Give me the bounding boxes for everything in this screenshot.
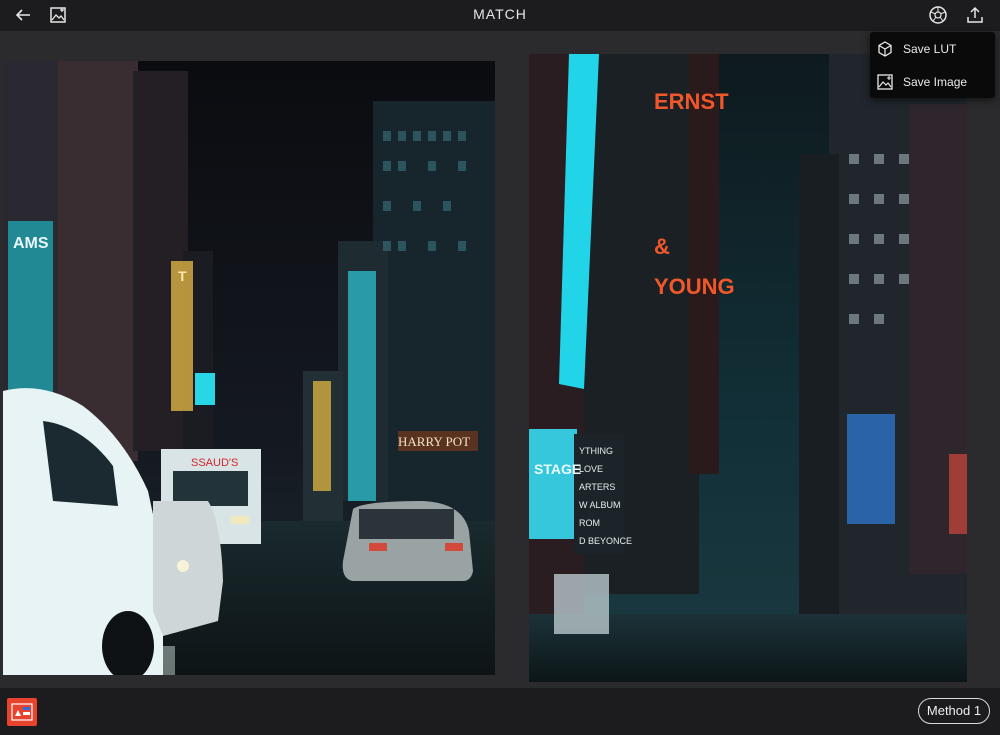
export-menu: Save LUT Save Image bbox=[870, 32, 995, 98]
sign-stage: STAGE bbox=[534, 461, 581, 477]
aperture-icon[interactable] bbox=[926, 3, 950, 27]
target-image[interactable]: AMS T HARRY POT SSAUD'S bbox=[3, 61, 495, 675]
sign-t: T bbox=[178, 268, 187, 284]
page-title: MATCH bbox=[473, 6, 527, 22]
cube-icon bbox=[878, 41, 892, 57]
method-button[interactable]: Method 1 bbox=[918, 698, 990, 724]
source-image[interactable]: ERNST & YOUNG STAGE YTHING LOVE ARTERS W… bbox=[529, 54, 967, 682]
canvas-area: AMS T HARRY POT SSAUD'S ERNST & YOUNG ST… bbox=[0, 31, 1000, 688]
image-picker-icon[interactable] bbox=[46, 3, 70, 27]
image-icon bbox=[877, 74, 893, 90]
sign-love: LOVE bbox=[579, 464, 603, 474]
sign-ams: AMS bbox=[13, 235, 49, 252]
save-lut-label: Save LUT bbox=[903, 42, 957, 56]
app-badge-icon[interactable] bbox=[7, 698, 37, 726]
back-arrow-icon[interactable] bbox=[11, 3, 35, 27]
sign-harry-potter: HARRY POT bbox=[398, 434, 470, 449]
save-image-menu-item[interactable]: Save Image bbox=[870, 67, 995, 97]
sign-arters: ARTERS bbox=[579, 482, 615, 492]
save-lut-menu-item[interactable]: Save LUT bbox=[870, 34, 995, 64]
top-bar: MATCH bbox=[0, 0, 1000, 31]
share-icon[interactable] bbox=[963, 3, 987, 27]
bottom-bar: Method 1 bbox=[0, 688, 1000, 735]
sign-album: W ALBUM bbox=[579, 500, 621, 510]
sign-ampersand: & bbox=[654, 234, 670, 259]
save-image-label: Save Image bbox=[903, 75, 968, 89]
sign-ything: YTHING bbox=[579, 446, 613, 456]
sign-young: YOUNG bbox=[654, 274, 735, 299]
sign-ernst: ERNST bbox=[654, 89, 729, 114]
sign-rom: ROM bbox=[579, 518, 600, 528]
sign-beyonce: D BEYONCE bbox=[579, 536, 632, 546]
sign-verizon: SSAUD'S bbox=[191, 457, 238, 469]
